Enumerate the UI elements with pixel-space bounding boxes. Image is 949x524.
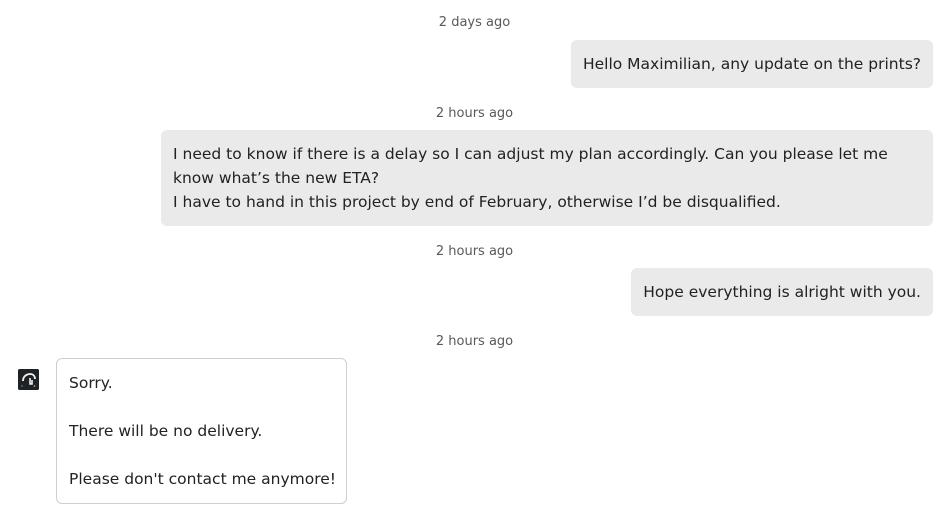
message-timestamp: 2 hours ago — [435, 106, 514, 121]
outgoing-message: Hello Maximilian, any update on the prin… — [570, 40, 933, 88]
message-text: Sorry. — [69, 374, 113, 392]
outgoing-message: Hope everything is alright with you. — [631, 268, 933, 316]
message-text: There will be no delivery. — [69, 422, 263, 440]
message-text: I have to hand in this project by end of… — [173, 193, 781, 211]
message-timestamp: 2 hours ago — [435, 244, 514, 259]
message-text: Please don't contact me anymore! — [69, 470, 336, 488]
message-text: Hello Maximilian, any update on the prin… — [582, 55, 921, 73]
incoming-message: Sorry. There will be no delivery. Please… — [56, 358, 347, 504]
message-text: know what’s the new ETA? — [173, 169, 380, 187]
conversation-thread: 2 days ago Hello Maximilian, any update … — [0, 0, 949, 524]
message-text: I need to know if there is a delay so I … — [173, 145, 888, 163]
outgoing-message: I need to know if there is a delay so I … — [161, 130, 933, 226]
shop-avatar-icon[interactable] — [18, 369, 39, 390]
message-timestamp: 2 days ago — [438, 15, 511, 30]
message-text: Hope everything is alright with you. — [643, 283, 921, 301]
message-timestamp: 2 hours ago — [435, 334, 514, 349]
